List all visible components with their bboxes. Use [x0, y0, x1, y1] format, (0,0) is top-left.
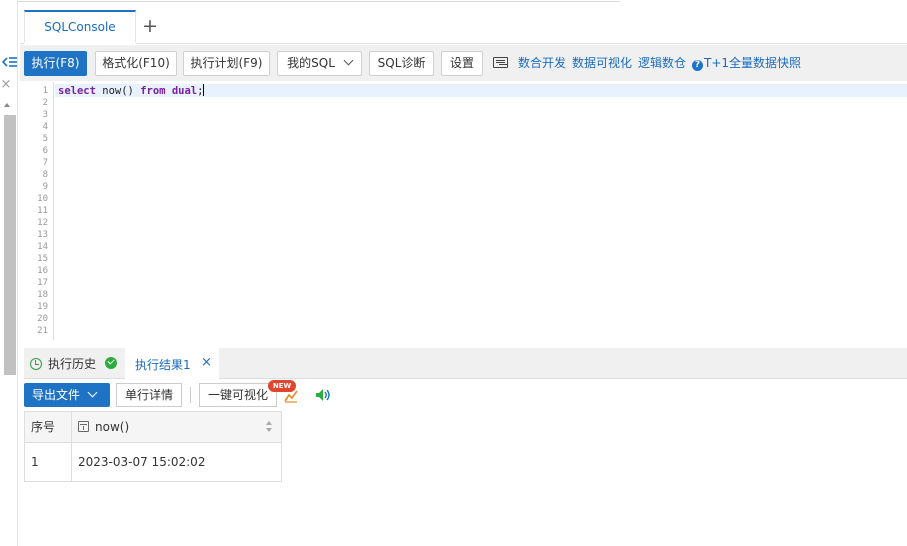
result-tab-label: 执行结果1 [135, 358, 191, 372]
line-number: 21 [37, 326, 48, 336]
my-sql-label: 我的SQL [287, 56, 335, 70]
tab-exec-result[interactable]: 执行结果1 × [125, 348, 219, 379]
line-number: 10 [37, 194, 48, 204]
my-sql-dropdown[interactable]: 我的SQL [277, 51, 362, 76]
logic-warehouse-link[interactable]: 逻辑数仓 [638, 55, 686, 71]
left-panel-strip: × [0, 0, 18, 546]
keyboard-icon[interactable] [493, 57, 508, 68]
result-table: 序号 now() 1 2023-03-07 15:02:02 [24, 411, 282, 482]
line-number: 17 [37, 278, 48, 288]
toolbar-divider [190, 387, 191, 403]
table-header-index: 序号 [25, 412, 72, 443]
table-cell-index: 1 [25, 443, 72, 482]
line-number: 19 [37, 302, 48, 312]
editor-toolbar: 执行(F8) 格式化(F10) 执行计划(F9) 我的SQL SQL诊断 设置 … [20, 45, 907, 81]
line-number: 3 [42, 110, 48, 120]
export-label: 导出文件 [32, 388, 81, 402]
line-number: 18 [37, 290, 48, 300]
top-divider [0, 0, 620, 2]
line-number: 14 [37, 242, 48, 252]
line-number: 8 [42, 170, 48, 180]
exec-plan-button[interactable]: 执行计划(F9) [183, 51, 270, 76]
table-name: dual [171, 85, 198, 97]
snapshot-link[interactable]: ? T+1全量数据快照 [692, 55, 801, 71]
row-detail-button[interactable]: 单行详情 [116, 383, 182, 407]
speaker-icon[interactable] [315, 388, 331, 402]
result-toolbar: 导出文件 单行详情 一键可视化 NEW [24, 380, 907, 410]
data-dev-link[interactable]: 数合开发 [518, 55, 566, 71]
data-visualize-link[interactable]: 数据可视化 [572, 55, 632, 71]
chevron-down-icon [87, 387, 98, 398]
keyword-from: from [140, 85, 166, 97]
line-number: 4 [42, 122, 48, 132]
line-number: 1 [42, 86, 48, 96]
line-number: 12 [37, 218, 48, 228]
one-click-visualize-button[interactable]: 一键可视化 [199, 383, 277, 407]
function-call: now() [95, 85, 141, 97]
export-file-button[interactable]: 导出文件 [24, 383, 110, 407]
add-tab-button[interactable]: + [142, 14, 158, 38]
line-number: 13 [37, 230, 48, 240]
close-icon[interactable]: × [0, 78, 12, 91]
datetime-type-icon [78, 421, 89, 432]
snapshot-label: T+1全量数据快照 [704, 56, 802, 70]
scroll-up-arrow-icon[interactable] [4, 103, 10, 107]
console-tab-bar: SQLConsole + [20, 10, 907, 44]
execute-button[interactable]: 执行(F8) [24, 51, 87, 76]
line-number: 5 [42, 134, 48, 144]
sql-console-window: × SQLConsole + 执行(F8) 格式化(F10) 执行计划(F9) … [0, 0, 907, 546]
line-number: 9 [42, 182, 48, 192]
chart-visualize-icon[interactable] [284, 389, 298, 403]
scrollbar-thumb[interactable] [4, 115, 16, 375]
collapse-menu-icon[interactable] [2, 56, 17, 68]
table-header-now[interactable]: now() [72, 412, 281, 443]
help-icon: ? [692, 60, 703, 71]
result-tab-bar: 执行历史 执行结果1 × [24, 348, 907, 379]
history-label: 执行历史 [48, 357, 97, 371]
tab-sqlconsole[interactable]: SQLConsole [24, 10, 136, 44]
line-number-gutter: 1 2 3 4 5 6 7 8 9 10 11 12 13 14 15 16 17 18 19 20 21 [24, 82, 54, 340]
settings-button[interactable]: 设置 [441, 51, 483, 76]
line-number: 2 [42, 98, 48, 108]
sql-diagnose-button[interactable]: SQL诊断 [369, 51, 434, 76]
history-clock-icon [30, 358, 42, 370]
line-number: 15 [37, 254, 48, 264]
keyword-select: select [58, 85, 96, 97]
sql-editor[interactable]: 1 2 3 4 5 6 7 8 9 10 11 12 13 14 15 16 17 18 19 20 21 select… [24, 82, 907, 340]
close-result-tab-icon[interactable]: × [201, 355, 212, 370]
code-area[interactable]: select now() from dual; [55, 82, 907, 340]
code-line-1: select now() from dual; [58, 84, 205, 98]
sort-icon[interactable] [266, 421, 273, 434]
success-check-icon [105, 357, 117, 369]
tab-exec-history[interactable]: 执行历史 [30, 355, 96, 372]
line-number: 7 [42, 158, 48, 168]
table-cell-now[interactable]: 2023-03-07 15:02:02 [72, 443, 281, 482]
column-label: now() [95, 420, 130, 434]
line-number: 16 [37, 266, 48, 276]
format-button[interactable]: 格式化(F10) [95, 51, 177, 76]
line-number: 20 [37, 314, 48, 324]
chevron-down-icon [343, 55, 354, 66]
line-number: 11 [37, 206, 48, 216]
line-number: 6 [42, 146, 48, 156]
text-cursor [203, 84, 205, 96]
